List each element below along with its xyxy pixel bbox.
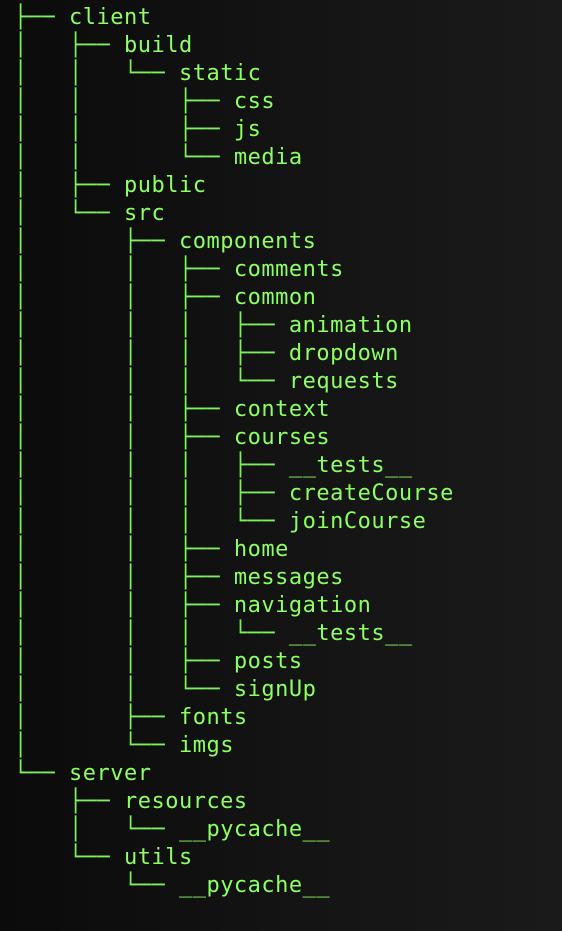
tree-branch: │ │ ├──	[14, 257, 234, 282]
folder-name-joincourse[interactable]: joinCourse	[289, 509, 426, 534]
folder-name-media[interactable]: media	[234, 145, 303, 170]
tree-line-js: │ │ ├── js	[14, 116, 454, 144]
tree-branch: │ └──	[14, 201, 124, 226]
folder-name-imgs[interactable]: imgs	[179, 733, 234, 758]
tree-branch: └──	[14, 845, 124, 870]
tree-line-home: │ │ ├── home	[14, 536, 454, 564]
tree-line-src: │ └── src	[14, 200, 454, 228]
tree-line-navigation: │ │ ├── navigation	[14, 592, 454, 620]
folder-name-pycache[interactable]: __pycache__	[179, 873, 330, 898]
tree-branch: │ │ └──	[14, 61, 179, 86]
tree-branch: │ │ │ ├──	[14, 453, 289, 478]
tree-line-resources-pycache: │ └── __pycache__	[14, 816, 454, 844]
folder-name-resources[interactable]: resources	[124, 789, 248, 814]
tree-line-createcourse: │ │ │ ├── createCourse	[14, 480, 454, 508]
tree-line-public: │ ├── public	[14, 172, 454, 200]
tree-branch: │ │ └──	[14, 677, 234, 702]
tree-branch: │ │ ├──	[14, 565, 234, 590]
tree-branch: │ │ ├──	[14, 397, 234, 422]
folder-name-fonts[interactable]: fonts	[179, 705, 248, 730]
tree-line-client: ├── client	[14, 4, 454, 32]
folder-name-navigation[interactable]: navigation	[234, 593, 371, 618]
tree-branch: │ │ ├──	[14, 537, 234, 562]
tree-branch: │ ├──	[14, 229, 179, 254]
tree-line-css: │ │ ├── css	[14, 88, 454, 116]
tree-line-server: └── server	[14, 760, 454, 788]
tree-branch: └──	[14, 761, 69, 786]
folder-name-createcourse[interactable]: createCourse	[289, 481, 454, 506]
tree-line-courses: │ │ ├── courses	[14, 424, 454, 452]
folder-name-common[interactable]: common	[234, 285, 316, 310]
folder-name-components[interactable]: components	[179, 229, 316, 254]
tree-branch: │ │ ├──	[14, 425, 234, 450]
folder-name-comments[interactable]: comments	[234, 257, 344, 282]
tree-line-dropdown: │ │ │ ├── dropdown	[14, 340, 454, 368]
tree-branch: │ ├──	[14, 33, 124, 58]
tree-branch: │ │ │ └──	[14, 621, 289, 646]
folder-name-src[interactable]: src	[124, 201, 165, 226]
terminal-window: ├── client │ ├── build │ │ └── static │ …	[0, 0, 562, 931]
tree-line-media: │ │ └── media	[14, 144, 454, 172]
folder-name-build[interactable]: build	[124, 33, 193, 58]
folder-name-context[interactable]: context	[234, 397, 330, 422]
folder-name-posts[interactable]: posts	[234, 649, 303, 674]
folder-name-messages[interactable]: messages	[234, 565, 344, 590]
folder-name-tests[interactable]: __tests__	[289, 453, 413, 478]
tree-line-static: │ │ └── static	[14, 60, 454, 88]
tree-branch: ├──	[14, 5, 69, 30]
tree-line-animation: │ │ │ ├── animation	[14, 312, 454, 340]
tree-branch: │ ├──	[14, 173, 124, 198]
folder-name-js[interactable]: js	[234, 117, 262, 142]
tree-line-utils: └── utils	[14, 844, 454, 872]
tree-line-navigation-tests: │ │ │ └── __tests__	[14, 620, 454, 648]
tree-branch: │ │ │ └──	[14, 509, 289, 534]
tree-line-components: │ ├── components	[14, 228, 454, 256]
tree-branch: └──	[14, 873, 179, 898]
tree-line-build: │ ├── build	[14, 32, 454, 60]
folder-name-static[interactable]: static	[179, 61, 261, 86]
tree-branch: │ └──	[14, 733, 179, 758]
tree-branch: │ │ ├──	[14, 593, 234, 618]
folder-name-pycache[interactable]: __pycache__	[179, 817, 330, 842]
tree-branch: │ │ │ ├──	[14, 481, 289, 506]
folder-name-css[interactable]: css	[234, 89, 275, 114]
folder-name-home[interactable]: home	[234, 537, 289, 562]
tree-branch: ├──	[14, 789, 124, 814]
tree-line-posts: │ │ ├── posts	[14, 648, 454, 676]
tree-branch: │ │ │ └──	[14, 369, 289, 394]
tree-line-context: │ │ ├── context	[14, 396, 454, 424]
directory-tree: ├── client │ ├── build │ │ └── static │ …	[14, 4, 454, 900]
folder-name-tests[interactable]: __tests__	[289, 621, 413, 646]
tree-line-resources: ├── resources	[14, 788, 454, 816]
tree-line-signup: │ │ └── signUp	[14, 676, 454, 704]
folder-name-requests[interactable]: requests	[289, 369, 399, 394]
tree-line-fonts: │ ├── fonts	[14, 704, 454, 732]
tree-line-requests: │ │ │ └── requests	[14, 368, 454, 396]
folder-name-utils[interactable]: utils	[124, 845, 193, 870]
tree-line-courses-tests: │ │ │ ├── __tests__	[14, 452, 454, 480]
folder-name-signup[interactable]: signUp	[234, 677, 316, 702]
tree-line-common: │ │ ├── common	[14, 284, 454, 312]
tree-branch: │ │ └──	[14, 145, 234, 170]
folder-name-server[interactable]: server	[69, 761, 151, 786]
folder-name-dropdown[interactable]: dropdown	[289, 341, 399, 366]
folder-name-animation[interactable]: animation	[289, 313, 413, 338]
tree-branch: │ │ ├──	[14, 89, 234, 114]
tree-branch: │ │ ├──	[14, 285, 234, 310]
folder-name-public[interactable]: public	[124, 173, 206, 198]
tree-line-messages: │ │ ├── messages	[14, 564, 454, 592]
tree-line-utils-pycache: └── __pycache__	[14, 872, 454, 900]
tree-line-comments: │ │ ├── comments	[14, 256, 454, 284]
folder-name-courses[interactable]: courses	[234, 425, 330, 450]
tree-branch: │ │ ├──	[14, 649, 234, 674]
tree-line-joincourse: │ │ │ └── joinCourse	[14, 508, 454, 536]
tree-line-imgs: │ └── imgs	[14, 732, 454, 760]
tree-branch: │ └──	[14, 817, 179, 842]
tree-branch: │ │ ├──	[14, 117, 234, 142]
tree-branch: │ ├──	[14, 705, 179, 730]
tree-branch: │ │ │ ├──	[14, 313, 289, 338]
folder-name-client[interactable]: client	[69, 5, 151, 30]
tree-branch: │ │ │ ├──	[14, 341, 289, 366]
